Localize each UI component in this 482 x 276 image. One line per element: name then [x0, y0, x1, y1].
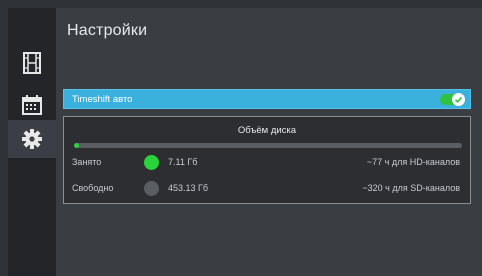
disk-usage-title: Объём диска [237, 125, 297, 136]
disk-usage-panel: Объём диска Занято 7.11 Гб ~77 ч для HD-… [63, 116, 471, 204]
gear-icon [22, 129, 42, 149]
sidebar-item-settings[interactable] [8, 120, 56, 158]
toggle-knob [452, 93, 465, 106]
used-duration: ~77 ч для HD-каналов [366, 157, 460, 167]
disk-usage-fill [74, 143, 79, 148]
free-size: 453.13 Гб [168, 183, 209, 193]
sidebar-item-films[interactable] [8, 44, 56, 82]
disk-free-row: Свободно 453.13 Гб ~320 ч для SD-каналов [64, 181, 470, 197]
sidebar [8, 8, 56, 276]
used-indicator-dot [144, 155, 159, 170]
page-title: Настройки [67, 22, 148, 39]
timeshift-toggle[interactable] [440, 93, 465, 106]
film-icon [23, 52, 41, 74]
used-size: 7.11 Гб [168, 157, 198, 167]
timeshift-auto-row[interactable]: Timeshift авто [63, 89, 471, 109]
free-label: Свободно [72, 183, 114, 193]
used-label: Занято [72, 157, 102, 167]
free-indicator-dot [144, 181, 159, 196]
checkmark-icon [454, 96, 463, 103]
timeshift-label: Timeshift авто [72, 93, 133, 105]
disk-usage-bar [74, 143, 462, 148]
disk-used-row: Занято 7.11 Гб ~77 ч для HD-каналов [64, 155, 470, 171]
calendar-icon [22, 95, 42, 115]
sidebar-item-schedule[interactable] [8, 86, 56, 124]
free-duration: ~320 ч для SD-каналов [362, 183, 460, 193]
